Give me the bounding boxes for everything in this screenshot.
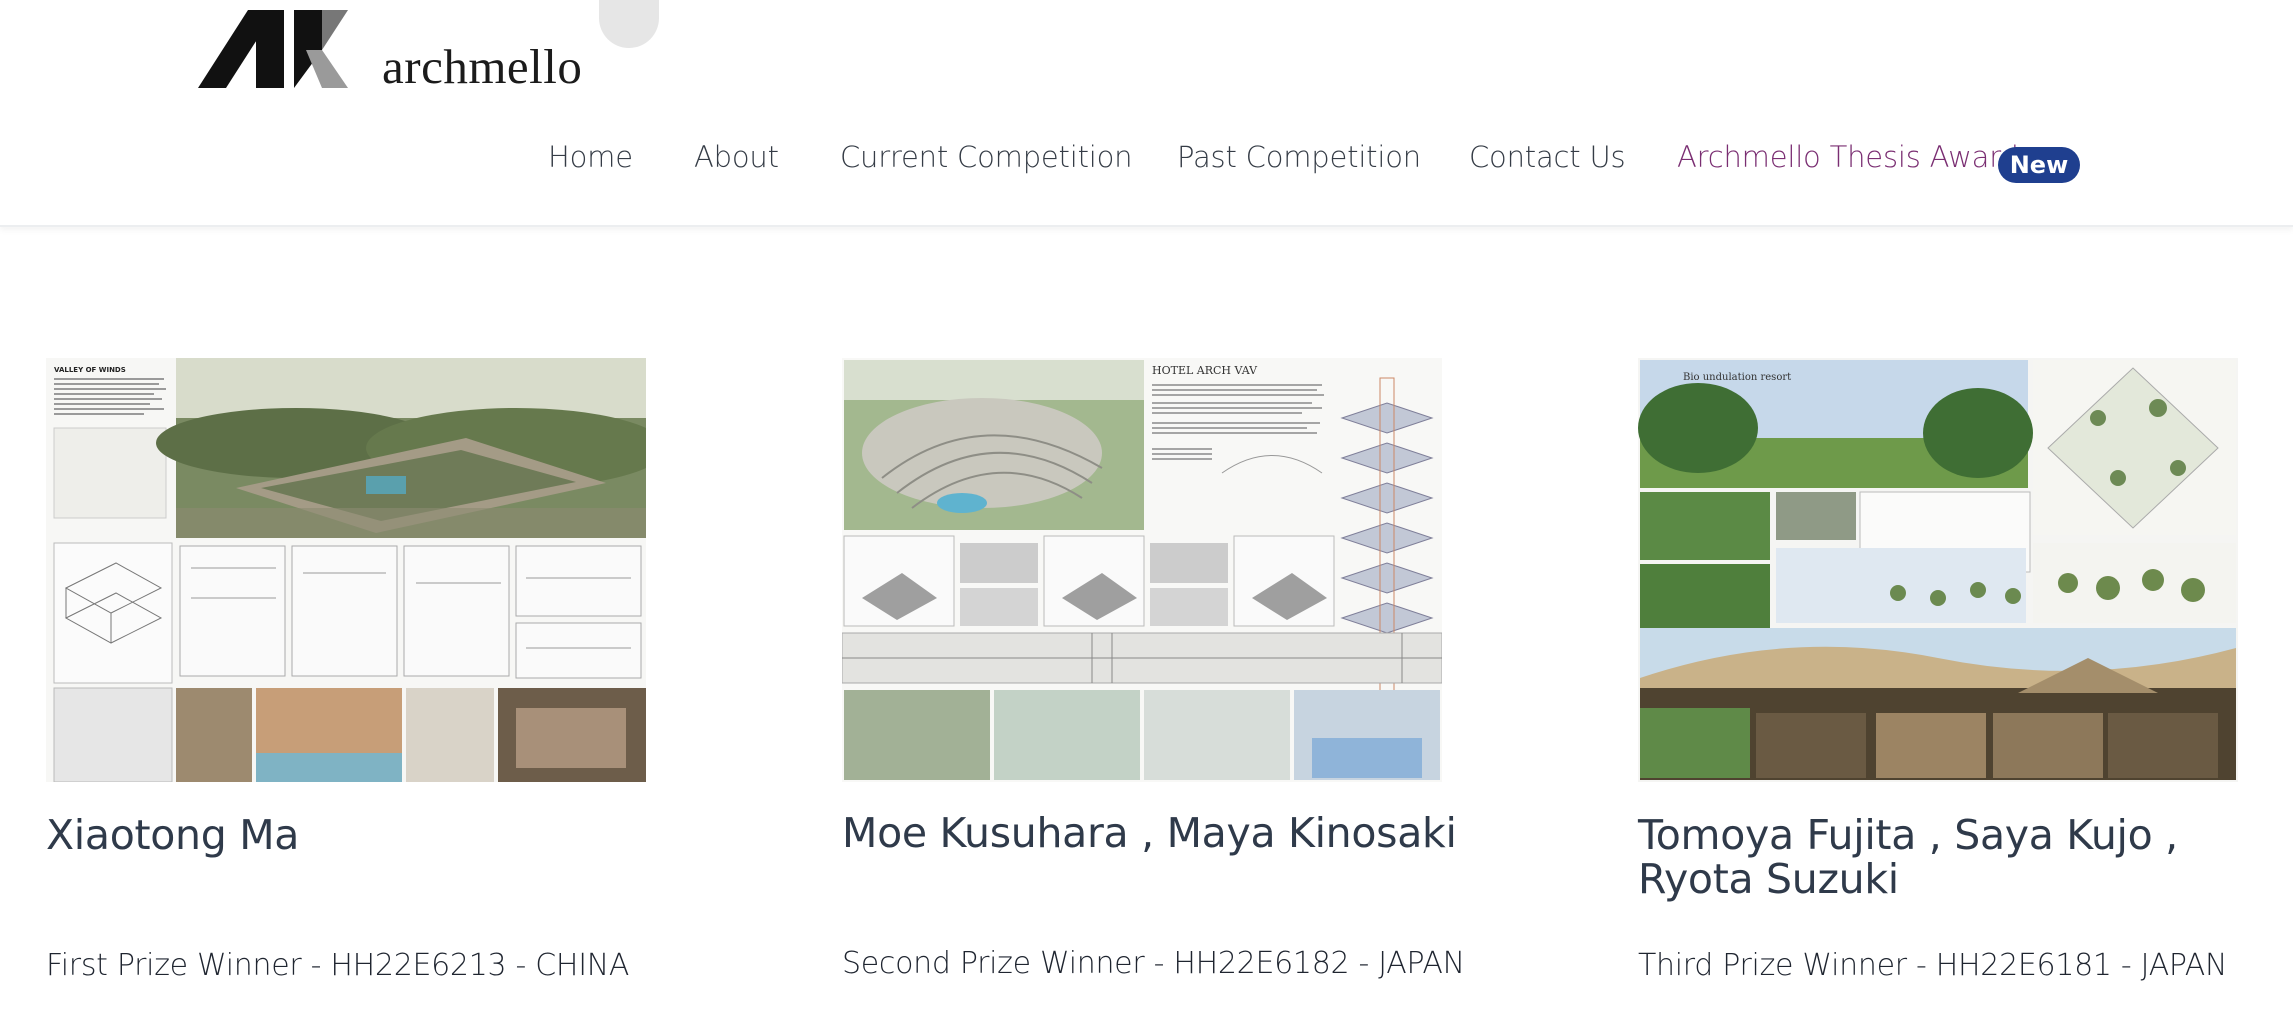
project-board-image[interactable]: HOTEL ARCH VAV bbox=[842, 358, 1442, 782]
prize-label: First Prize Winner - HH22E6213 - CHINA bbox=[46, 948, 630, 983]
winner-name[interactable]: Xiaotong Ma bbox=[46, 813, 666, 857]
site-header: archmello Home About Current Competition… bbox=[0, 0, 2293, 227]
winner-name[interactable]: Moe Kusuhara , Maya Kinosaki bbox=[842, 811, 1462, 855]
project-board-image[interactable]: Bio undulation resort bbox=[1638, 358, 2238, 782]
nav-current-competition[interactable]: Current Competition bbox=[840, 140, 1133, 174]
nav-about[interactable]: About bbox=[694, 140, 779, 174]
nav-contact-us[interactable]: Contact Us bbox=[1469, 140, 1626, 174]
winner-name[interactable]: Tomoya Fujita , Saya Kujo , Ryota Suzuki bbox=[1638, 813, 2258, 901]
header-decoration bbox=[599, 0, 659, 48]
nav-thesis-award[interactable]: Archmello Thesis Award bbox=[1677, 140, 2019, 174]
board-title: Bio undulation resort bbox=[1683, 372, 1791, 383]
prize-label: Third Prize Winner - HH22E6181 - JAPAN bbox=[1638, 948, 2228, 983]
nav-home[interactable]: Home bbox=[548, 140, 633, 174]
board-title: HOTEL ARCH VAV bbox=[1152, 364, 1258, 377]
new-badge: New bbox=[1998, 147, 2080, 183]
project-board-image[interactable]: VALLEY OF WINDS bbox=[46, 358, 646, 782]
logo-text: archmello bbox=[382, 39, 583, 94]
prize-label: Second Prize Winner - HH22E6182 - JAPAN bbox=[842, 946, 1465, 981]
nav-past-competition[interactable]: Past Competition bbox=[1177, 140, 1421, 174]
board-title: VALLEY OF WINDS bbox=[54, 366, 126, 374]
